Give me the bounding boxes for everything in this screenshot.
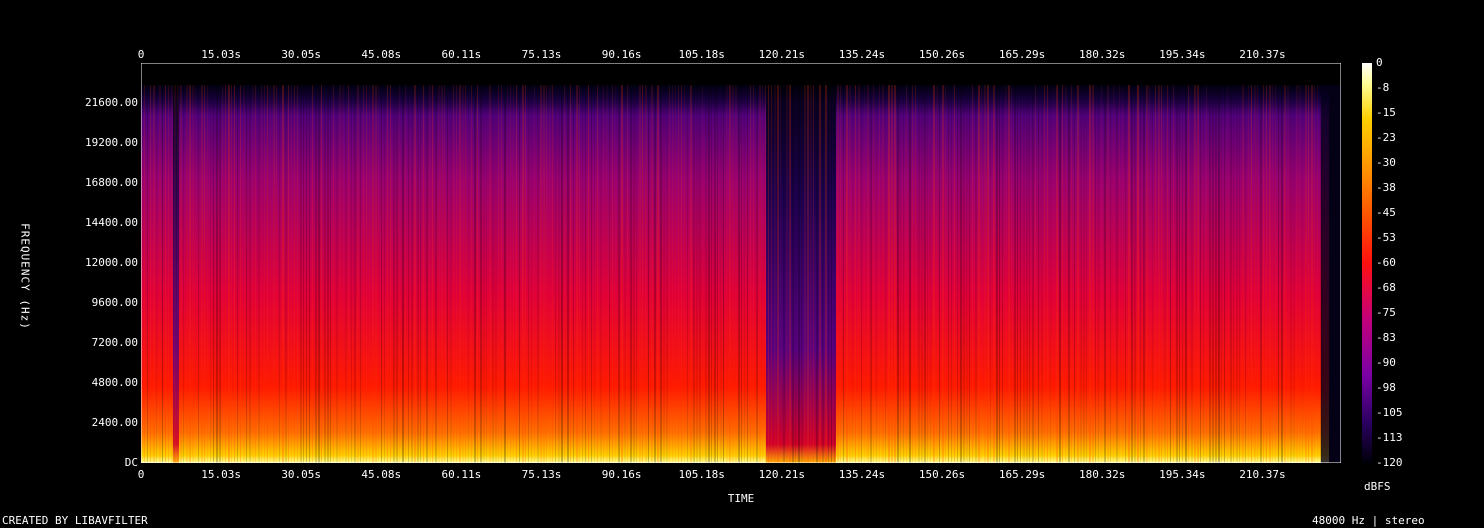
- x-tick-label-top: 105.18s: [678, 48, 725, 61]
- y-tick-label: 4800.00: [91, 376, 138, 389]
- y-tick-label: 2400.00: [91, 416, 138, 429]
- x-tick-label-top: 15.03s: [201, 48, 241, 61]
- x-tick-label-top: 210.37s: [1239, 48, 1286, 61]
- colorbar-tick-label: -113: [1376, 431, 1403, 444]
- colorbar-tick-label: -83: [1376, 331, 1396, 344]
- x-tick-label-top: 75.13s: [521, 48, 562, 61]
- x-tick-label-top: 120.21s: [758, 48, 805, 61]
- y-tick-label: 12000.00: [85, 256, 138, 269]
- x-tick-label-top: 165.29s: [998, 48, 1046, 61]
- y-tick-label: 21600.00: [85, 96, 138, 109]
- footer-format: 48000 Hz | stereo: [1312, 514, 1425, 527]
- y-tick-label: 16800.00: [85, 176, 138, 189]
- colorbar-tick-label: -120: [1376, 456, 1403, 469]
- x-tick-label-bottom: 30.05s: [281, 468, 322, 481]
- colorbar-tick-label: -90: [1376, 356, 1396, 369]
- spectrogram-plot: [141, 63, 1341, 463]
- x-tick-label-bottom: 195.34s: [1159, 468, 1206, 481]
- x-tick-label-bottom: 135.24s: [838, 468, 886, 481]
- y-tick-label: DC: [124, 456, 138, 469]
- colorbar: [1362, 63, 1372, 463]
- y-tick-label: 9600.00: [91, 296, 138, 309]
- x-tick-label-bottom: 165.29s: [998, 468, 1046, 481]
- y-tick-label: 14400.00: [85, 216, 138, 229]
- y-axis-label: FREQUENCY (Hz): [18, 223, 32, 330]
- x-tick-label-top: 30.05s: [281, 48, 322, 61]
- x-tick-label-top: 90.16s: [601, 48, 642, 61]
- y-tick-label: 7200.00: [91, 336, 138, 349]
- colorbar-tick-label: -38: [1376, 181, 1396, 194]
- x-tick-label-bottom: 120.21s: [758, 468, 805, 481]
- colorbar-label: dBFS: [1364, 480, 1391, 493]
- x-tick-label-top: 135.24s: [838, 48, 886, 61]
- x-tick-label-top: 180.32s: [1079, 48, 1126, 61]
- colorbar-tick-label: -75: [1376, 306, 1396, 319]
- x-tick-label-bottom: 90.16s: [601, 468, 642, 481]
- x-tick-label-bottom: 180.32s: [1079, 468, 1126, 481]
- colorbar-tick-label: -30: [1376, 156, 1396, 169]
- x-tick-label-top: 0: [137, 48, 145, 61]
- colorbar-tick-label: -105: [1376, 406, 1403, 419]
- x-tick-label-bottom: 75.13s: [521, 468, 562, 481]
- colorbar-tick-label: -23: [1376, 131, 1396, 144]
- colorbar-tick-label: -98: [1376, 381, 1396, 394]
- fade-out: [1321, 85, 1341, 463]
- x-tick-label-bottom: 60.11s: [441, 468, 482, 481]
- colorbar-tick-label: -8: [1376, 81, 1390, 94]
- x-tick-label-bottom: 150.26s: [918, 468, 966, 481]
- x-tick-label-top: 150.26s: [918, 48, 966, 61]
- x-axis-label: TIME: [727, 492, 755, 505]
- colorbar-tick-label: -68: [1376, 281, 1396, 294]
- x-tick-label-bottom: 210.37s: [1239, 468, 1286, 481]
- colorbar-tick-label: -45: [1376, 206, 1396, 219]
- x-tick-label-top: 195.34s: [1159, 48, 1206, 61]
- x-tick-label-bottom: 45.08s: [361, 468, 402, 481]
- colorbar-tick-label: -60: [1376, 256, 1396, 269]
- colorbar-tick-label: 0: [1376, 56, 1383, 69]
- y-tick-label: 19200.00: [85, 136, 138, 149]
- x-tick-label-top: 45.08s: [361, 48, 402, 61]
- footer-credit: CREATED BY LIBAVFILTER: [2, 514, 148, 527]
- x-tick-label-bottom: 0: [137, 468, 145, 481]
- colorbar-tick-label: -15: [1376, 106, 1396, 119]
- x-tick-label-top: 60.11s: [441, 48, 482, 61]
- x-tick-label-bottom: 15.03s: [201, 468, 241, 481]
- colorbar-tick-label: -53: [1376, 231, 1396, 244]
- x-tick-label-bottom: 105.18s: [678, 468, 725, 481]
